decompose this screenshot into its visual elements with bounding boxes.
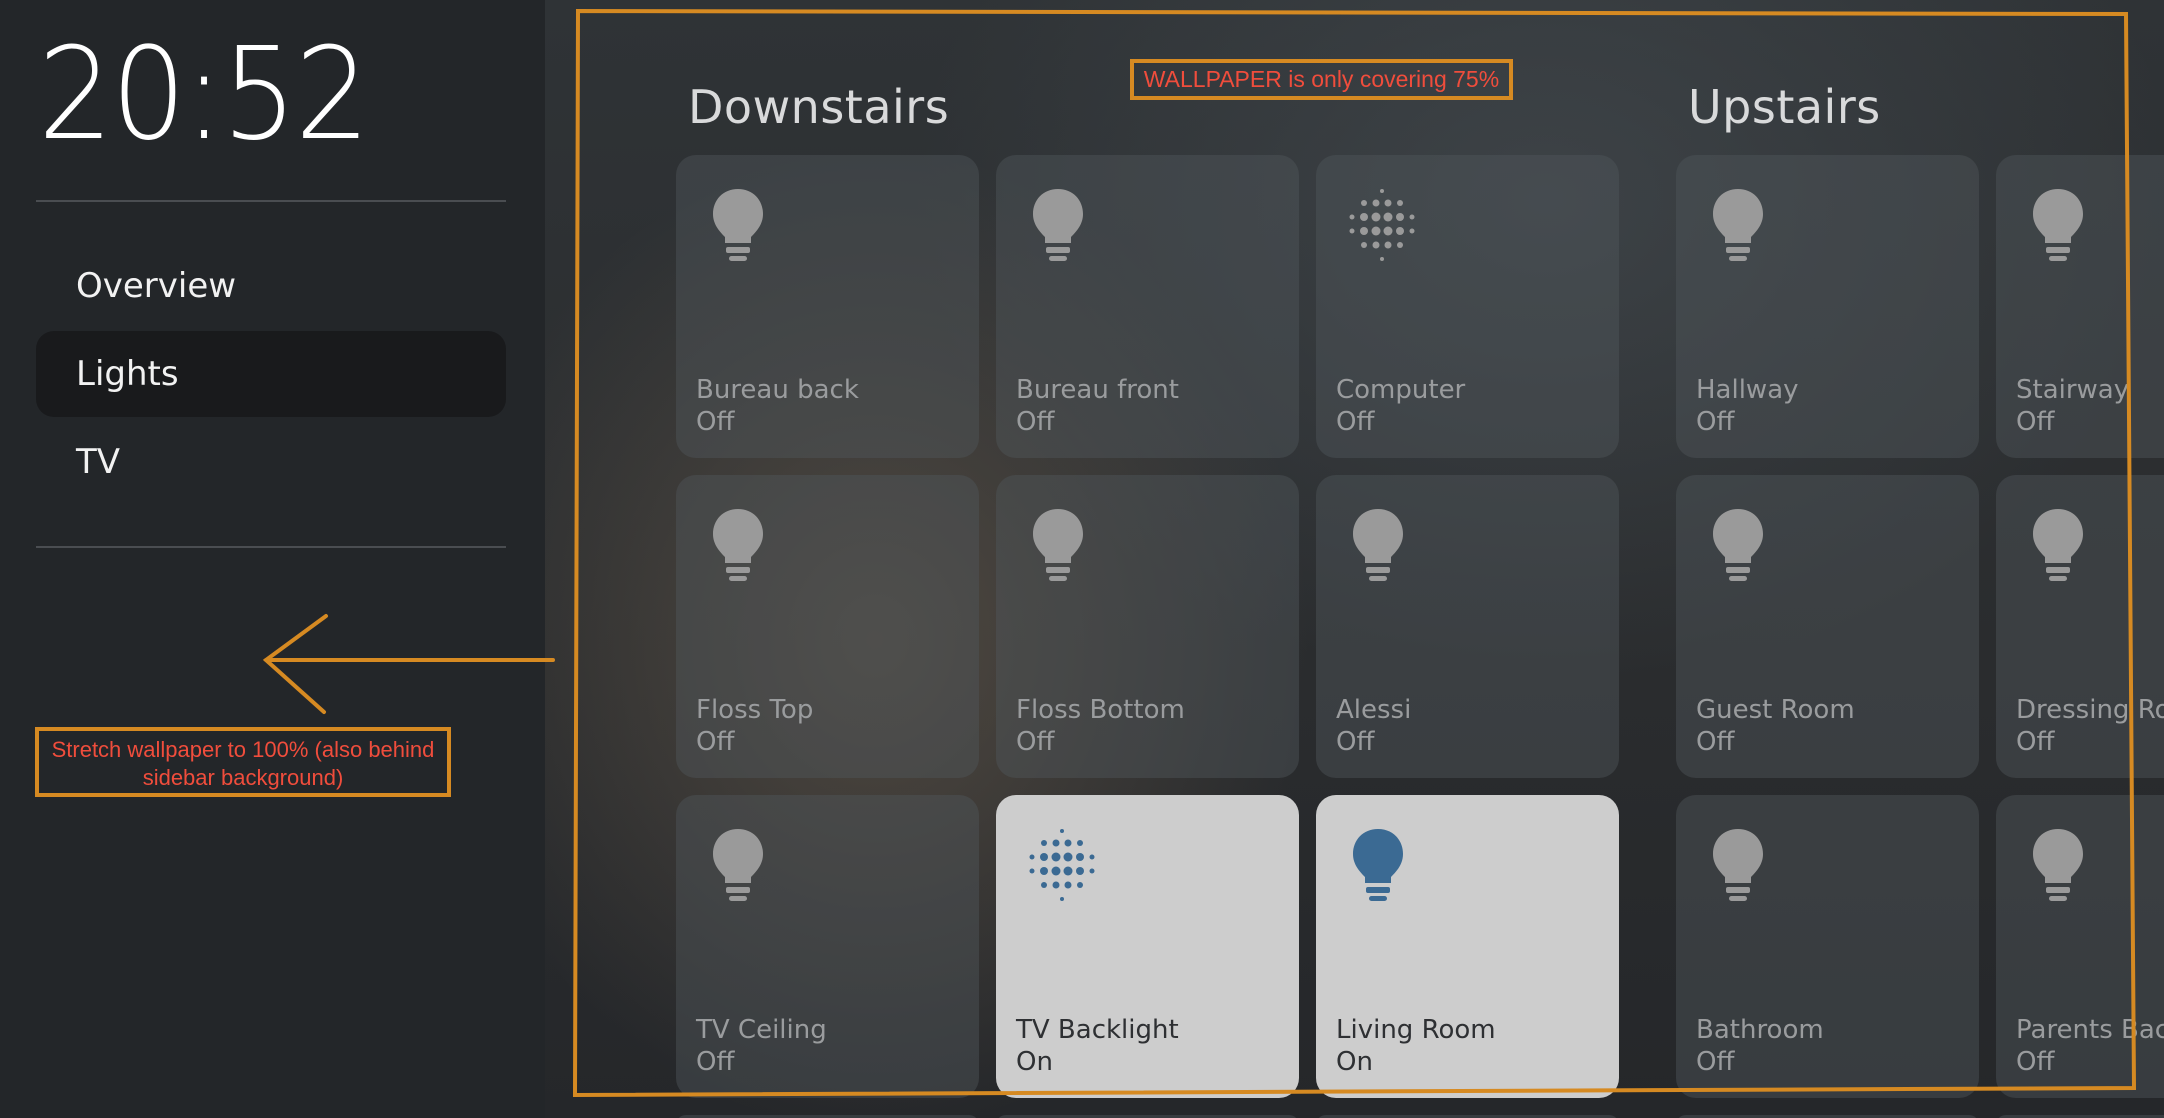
tile-name: Hallway bbox=[1696, 375, 1799, 405]
sidebar: 20:52 Overview Lights TV bbox=[0, 0, 545, 1118]
tile-name: Bureau back bbox=[696, 375, 859, 405]
tile-state: Off bbox=[2016, 1047, 2055, 1077]
light-tile-alessi[interactable]: Alessi Off bbox=[1316, 475, 1619, 778]
lightbulb-icon bbox=[2028, 505, 2088, 585]
tile-state: Off bbox=[696, 407, 735, 437]
tile-name: Bathroom bbox=[1696, 1015, 1824, 1045]
light-tile-bureau-back[interactable]: Bureau back Off bbox=[676, 155, 979, 458]
tile-name: Stairway bbox=[2016, 375, 2130, 405]
tile-state: Off bbox=[1016, 727, 1055, 757]
lightbulb-icon bbox=[1028, 505, 1088, 585]
lightbulb-icon bbox=[708, 185, 768, 265]
tile-state: Off bbox=[696, 727, 735, 757]
light-tile-hallway[interactable]: Hallway Off bbox=[1676, 155, 1979, 458]
led-strip-icon bbox=[1022, 825, 1102, 905]
light-tile-tv-backlight[interactable]: TV Backlight On bbox=[996, 795, 1299, 1098]
tile-name: Living Room bbox=[1336, 1015, 1496, 1045]
tile-state: Off bbox=[1696, 407, 1735, 437]
led-strip-icon bbox=[1342, 185, 1422, 265]
annotation-left-note: Stretch wallpaper to 100% (also behind s… bbox=[35, 727, 451, 797]
light-tile-stairway[interactable]: Stairway Off bbox=[1996, 155, 2164, 458]
light-tile-parents[interactable]: Parents Bac Off bbox=[1996, 795, 2164, 1098]
section-title-downstairs: Downstairs bbox=[688, 80, 950, 134]
tile-state: Off bbox=[1696, 1047, 1735, 1077]
tile-state: On bbox=[1016, 1047, 1053, 1077]
nav-item-tv[interactable]: TV bbox=[36, 419, 506, 505]
tile-state: Off bbox=[1336, 407, 1375, 437]
lightbulb-icon bbox=[1708, 185, 1768, 265]
tile-name: Computer bbox=[1336, 375, 1466, 405]
nav-item-lights[interactable]: Lights bbox=[36, 331, 506, 417]
light-tile-computer[interactable]: Computer Off bbox=[1316, 155, 1619, 458]
nav-item-label: Overview bbox=[76, 266, 237, 306]
lightbulb-icon bbox=[1348, 825, 1408, 905]
nav-item-label: Lights bbox=[76, 354, 179, 394]
light-tile-bureau-front[interactable]: Bureau front Off bbox=[996, 155, 1299, 458]
light-tile-dressing-room[interactable]: Dressing Ro Off bbox=[1996, 475, 2164, 778]
tile-state: Off bbox=[1016, 407, 1055, 437]
tile-name: Bureau front bbox=[1016, 375, 1179, 405]
light-tile-floss-bottom[interactable]: Floss Bottom Off bbox=[996, 475, 1299, 778]
sidebar-divider-top bbox=[36, 200, 506, 202]
sidebar-divider-bottom bbox=[36, 546, 506, 548]
nav-item-label: TV bbox=[76, 442, 121, 482]
nav-item-overview[interactable]: Overview bbox=[36, 243, 506, 329]
lightbulb-icon bbox=[708, 505, 768, 585]
lightbulb-icon bbox=[1348, 505, 1408, 585]
lightbulb-icon bbox=[2028, 825, 2088, 905]
light-tile-tv-ceiling[interactable]: TV Ceiling Off bbox=[676, 795, 979, 1098]
tile-name: Guest Room bbox=[1696, 695, 1855, 725]
tile-name: TV Ceiling bbox=[696, 1015, 827, 1045]
tile-name: Floss Bottom bbox=[1016, 695, 1185, 725]
light-tile-floss-top[interactable]: Floss Top Off bbox=[676, 475, 979, 778]
lightbulb-icon bbox=[1708, 825, 1768, 905]
tile-name: Dressing Ro bbox=[2016, 695, 2164, 725]
main-dashboard: Downstairs Upstairs Bureau back Off Bure… bbox=[545, 0, 2164, 1118]
light-tile-living-room[interactable]: Living Room On bbox=[1316, 795, 1619, 1098]
tile-name: Alessi bbox=[1336, 695, 1412, 725]
tile-state: Off bbox=[2016, 407, 2055, 437]
light-tile-bathroom[interactable]: Bathroom Off bbox=[1676, 795, 1979, 1098]
app-window: 20:52 Overview Lights TV Downstairs Upst… bbox=[0, 0, 2164, 1118]
tile-state: On bbox=[1336, 1047, 1373, 1077]
tile-name: Parents Bac bbox=[2016, 1015, 2164, 1045]
lightbulb-icon bbox=[1708, 505, 1768, 585]
tile-state: Off bbox=[1696, 727, 1735, 757]
tile-state: Off bbox=[1336, 727, 1375, 757]
tile-name: TV Backlight bbox=[1016, 1015, 1179, 1045]
clock: 20:52 bbox=[38, 19, 370, 169]
lightbulb-icon bbox=[1028, 185, 1088, 265]
lightbulb-icon bbox=[708, 825, 768, 905]
section-title-upstairs: Upstairs bbox=[1688, 80, 1881, 134]
lightbulb-icon bbox=[2028, 185, 2088, 265]
tile-state: Off bbox=[696, 1047, 735, 1077]
annotation-top-note: WALLPAPER is only covering 75% bbox=[1130, 59, 1513, 100]
tile-state: Off bbox=[2016, 727, 2055, 757]
light-tile-guest-room[interactable]: Guest Room Off bbox=[1676, 475, 1979, 778]
tile-name: Floss Top bbox=[696, 695, 814, 725]
